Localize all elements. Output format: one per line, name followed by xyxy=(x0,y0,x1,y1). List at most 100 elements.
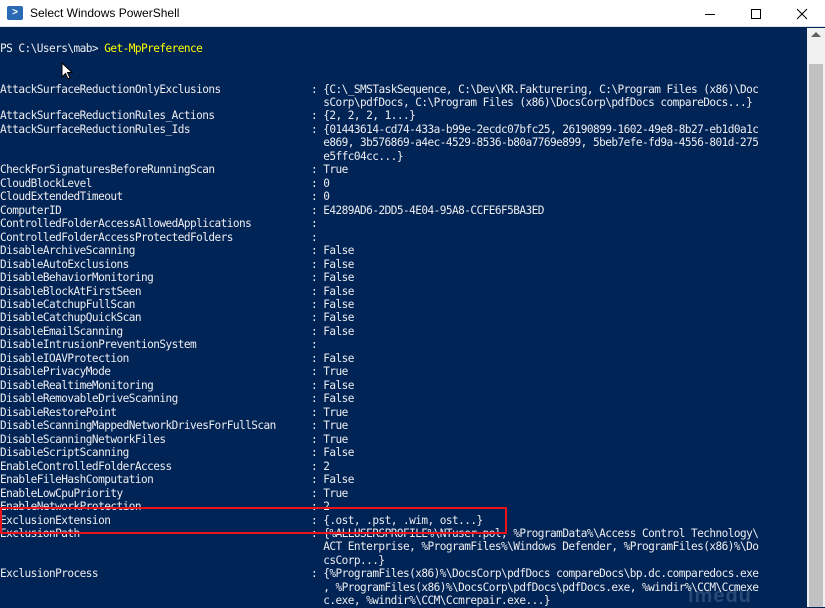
pref-separator: : xyxy=(311,365,318,379)
pref-value-text: ACT Enterprise, %ProgramFiles%\Windows D… xyxy=(323,540,759,554)
pref-value: ACT Enterprise, %ProgramFiles%\Windows D… xyxy=(311,540,759,554)
pref-value-text: {%ProgramFiles(x86)%\DocsCorp\pdfDocs co… xyxy=(323,567,759,581)
minimize-icon xyxy=(705,13,715,15)
pref-separator: : xyxy=(311,176,318,190)
pref-separator: : xyxy=(311,351,318,365)
close-button[interactable] xyxy=(779,0,825,27)
pref-value-text: False xyxy=(323,378,354,392)
pref-value: : True xyxy=(311,365,348,379)
pref-value: : False xyxy=(311,473,354,487)
pref-key: DisableScriptScanning xyxy=(0,446,129,460)
pref-key: DisableCatchupFullScan xyxy=(0,298,135,312)
pref-separator: : xyxy=(311,486,318,500)
pref-key: AttackSurfaceReductionRules_Actions xyxy=(0,109,215,123)
pref-value-text: False xyxy=(323,271,354,285)
pref-separator: : xyxy=(311,163,318,177)
pref-key: DisablePrivacyMode xyxy=(0,365,111,379)
pref-value-text: False xyxy=(323,351,354,365)
minimize-button[interactable] xyxy=(687,0,733,27)
pref-separator: : xyxy=(311,378,318,392)
pref-key: ExclusionProcess xyxy=(0,567,99,581)
pref-separator: : xyxy=(311,217,318,231)
pref-key: DisableScanningMappedNetworkDrivesForFul… xyxy=(0,419,276,433)
pref-key: DisableScanningNetworkFiles xyxy=(0,432,166,446)
pref-value: : False xyxy=(311,325,354,339)
pref-value: : True xyxy=(311,419,348,433)
pref-value-text: False xyxy=(323,311,354,325)
pref-value: : xyxy=(311,231,323,245)
prompt-command: Get-MpPreference xyxy=(104,42,203,55)
pref-value-text: {2, 2, 2, 1...} xyxy=(323,109,416,123)
watermark: imedu xyxy=(688,585,752,607)
pref-separator: : xyxy=(311,338,318,352)
pref-value-text: False xyxy=(323,257,354,271)
pref-value-text: True xyxy=(323,163,348,177)
pref-separator: : xyxy=(311,203,318,217)
pref-value-text: csCorp...} xyxy=(323,553,385,567)
title-bar: > Select Windows PowerShell xyxy=(0,0,825,27)
pref-value: : {%ProgramFiles(x86)%\DocsCorp\pdfDocs … xyxy=(311,567,759,581)
pref-value-text: False xyxy=(323,446,354,460)
pref-separator: : xyxy=(311,122,318,136)
pref-key: ControlledFolderAccessProtectedFolders xyxy=(0,230,233,244)
pref-separator: : xyxy=(311,284,318,298)
pref-value-text: sCorp\pdfDocs, C:\Program Files (x86)\Do… xyxy=(323,95,753,109)
powershell-icon[interactable]: > xyxy=(7,6,23,20)
pref-value: c.exe, %windir%\CCM\Ccmrepair.exe...} xyxy=(311,594,550,607)
pref-separator: : xyxy=(311,392,318,406)
maximize-button[interactable] xyxy=(733,0,779,27)
pref-value: : False xyxy=(311,311,354,325)
close-icon xyxy=(796,8,808,19)
pref-value: sCorp\pdfDocs, C:\Program Files (x86)\Do… xyxy=(311,95,753,110)
prompt-line: PS C:\Users\mab> Get-MpPreference xyxy=(0,42,203,56)
pref-separator: : xyxy=(311,257,318,271)
pref-separator: : xyxy=(311,446,318,460)
scrollbar-thumb[interactable] xyxy=(809,64,823,607)
pref-value-text: True xyxy=(323,486,348,500)
pref-value: : False xyxy=(311,244,354,258)
pref-value: : {2, 2, 2, 1...} xyxy=(311,109,416,123)
pref-value-text: E4289AD6-2DD5-4E04-95A8-CCFE6F5BA3ED xyxy=(323,203,544,217)
pref-key: EnableLowCpuPriority xyxy=(0,486,123,500)
pref-value-text: 0 xyxy=(323,176,330,190)
exclusion-extension-highlight xyxy=(0,507,507,534)
pref-value: : 0 xyxy=(311,176,330,191)
pref-value: csCorp...} xyxy=(311,554,385,568)
pref-key: DisableEmailScanning xyxy=(0,324,123,338)
pref-key: CloudExtendedTimeout xyxy=(0,190,123,204)
pref-value-text: {01443614-cd74-433a-b99e-2ecdc07bfc25, 2… xyxy=(323,122,759,136)
pref-value: : False xyxy=(311,298,354,312)
pref-value: : True xyxy=(311,487,348,501)
pref-key: AttackSurfaceReductionRules_Ids xyxy=(0,122,191,136)
pref-value: e869, 3b576869-a4ec-4529-8536-b80a7769e8… xyxy=(311,136,759,150)
pref-value-text: e5ffc04cc...} xyxy=(323,149,403,163)
pref-value: : xyxy=(311,217,323,231)
pref-value: : {C:\_SMSTaskSequence, C:\Dev\KR.Faktur… xyxy=(311,82,759,97)
scroll-up-arrow-icon[interactable] xyxy=(811,32,821,37)
pref-value-text: False xyxy=(323,324,354,338)
pref-separator: : xyxy=(311,244,318,258)
pref-key: AttackSurfaceReductionOnlyExclusions xyxy=(0,82,221,96)
pref-value: : False xyxy=(311,271,354,285)
pref-value-text: False xyxy=(323,392,354,406)
pref-value: : False xyxy=(311,392,354,406)
pref-value: : False xyxy=(311,285,354,299)
vertical-scrollbar[interactable] xyxy=(807,28,825,607)
pref-key: DisableArchiveScanning xyxy=(0,244,135,258)
pref-value-text: False xyxy=(323,298,354,312)
pref-value: : False xyxy=(311,258,354,272)
pref-value-text: e869, 3b576869-a4ec-4529-8536-b80a7769e8… xyxy=(323,136,759,150)
pref-key: DisableRealtimeMonitoring xyxy=(0,378,154,392)
pref-separator: : xyxy=(311,473,318,487)
pref-value-text: c.exe, %windir%\CCM\Ccmrepair.exe...} xyxy=(323,594,551,607)
pref-value-text: True xyxy=(323,405,348,419)
pref-separator: : xyxy=(311,82,318,96)
pref-separator: : xyxy=(311,311,318,325)
pref-separator: : xyxy=(311,459,318,473)
pref-key: EnableControlledFolderAccess xyxy=(0,459,172,473)
pref-separator: : xyxy=(311,567,318,581)
pref-value: : True xyxy=(311,163,348,177)
pref-value: : False xyxy=(311,379,354,393)
pref-key: ComputerID xyxy=(0,203,62,217)
pref-value-text: {C:\_SMSTaskSequence, C:\Dev\KR.Fakturer… xyxy=(323,82,759,96)
